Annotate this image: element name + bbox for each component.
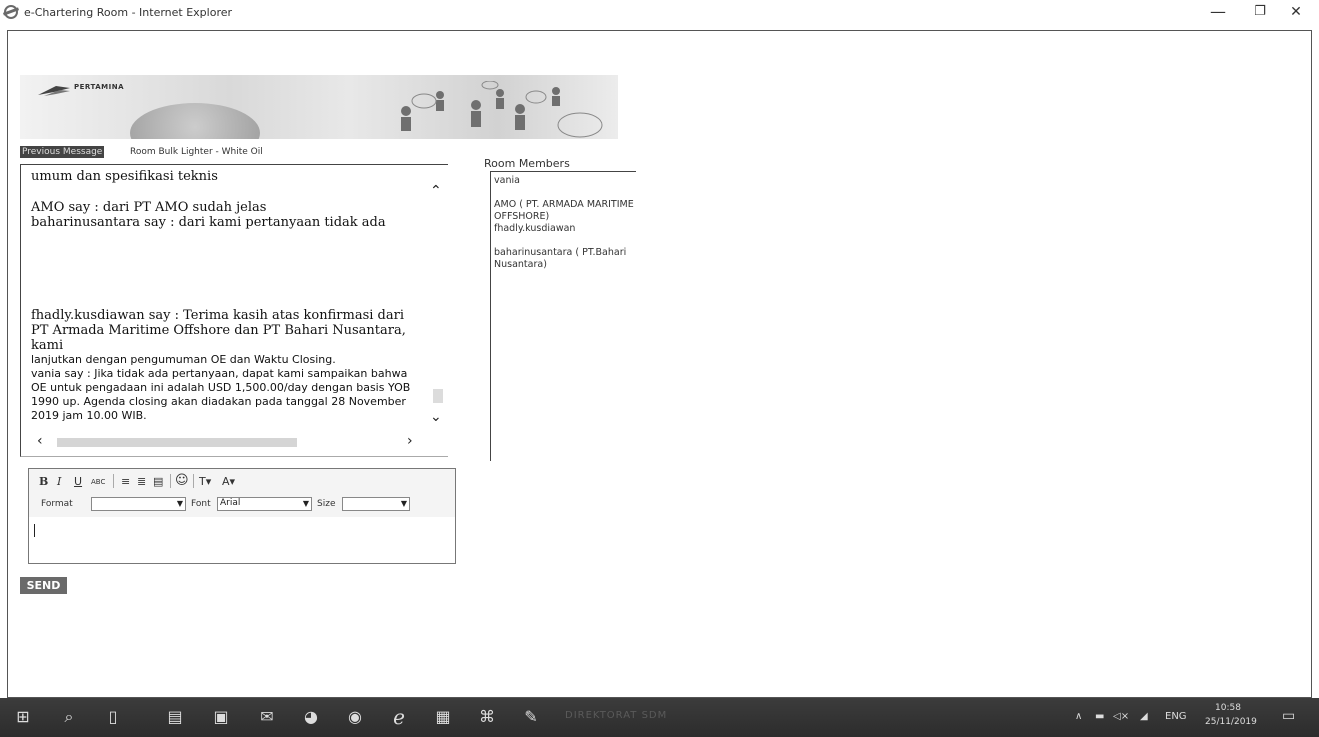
size-select[interactable]: ▼	[342, 497, 410, 511]
search-icon[interactable]: ⌕	[60, 708, 78, 726]
windows-taskbar: ⊞ ⌕ ▯ ▤ ▣ ✉ ◕ ◉ ℯ ▦ ⌘ ✎ DIREKTORAT SDM ∧…	[0, 698, 1319, 737]
previous-message-link[interactable]: Previous Message	[20, 146, 105, 158]
room-name: Room Bulk Lighter - White Oil	[130, 147, 263, 157]
scroll-down-icon[interactable]: ⌄	[430, 409, 442, 425]
pertamina-logo-icon	[38, 86, 70, 96]
send-button[interactable]: SEND	[20, 577, 67, 594]
background-color-icon: A	[222, 475, 230, 488]
message-line: fhadly.kusdiawan say : Terima kasih atas…	[31, 308, 406, 353]
message-list: umum dan spesifikasi teknis AMO say : da…	[31, 169, 421, 423]
message-line: vania say : Jika tidak ada pertanyaan, d…	[31, 367, 411, 422]
room-members-label: Room Members	[484, 157, 570, 170]
window-title: e-Chartering Room - Internet Explorer	[24, 6, 233, 19]
scroll-up-icon[interactable]: ⌃	[430, 183, 442, 199]
horizontal-scroll-thumb[interactable]	[57, 438, 297, 447]
battery-icon[interactable]: ▬	[1095, 711, 1104, 722]
toolbar-separator	[113, 474, 114, 488]
outlook-icon[interactable]: ✉	[258, 708, 276, 726]
underline-button[interactable]: U	[74, 475, 82, 488]
chrome-icon[interactable]: ◉	[346, 708, 364, 726]
maximize-button[interactable]: ❐	[1240, 2, 1280, 24]
firefox-icon[interactable]: ◕	[302, 708, 320, 726]
chevron-down-icon: ▼	[176, 499, 183, 508]
clock-date[interactable]: 25/11/2019	[1205, 717, 1257, 727]
window-titlebar: e-Chartering Room - Internet Explorer — …	[0, 0, 1319, 26]
message-editor: B I U ABC ≡ ≣ ▤ ☺ T▾ A▾ Format ▼ Font Ar…	[28, 468, 456, 564]
align-center-icon[interactable]: ≣	[137, 475, 146, 488]
emoticon-icon[interactable]: ☺	[175, 473, 189, 488]
volume-icon[interactable]: ◁×	[1113, 711, 1129, 722]
chevron-down-icon: ▼	[302, 499, 309, 508]
globe-graphic	[130, 103, 260, 139]
italic-button[interactable]: I	[57, 475, 61, 488]
format-select[interactable]: ▼	[91, 497, 186, 511]
bold-button[interactable]: B	[39, 475, 48, 488]
language-indicator[interactable]: ENG	[1165, 711, 1187, 722]
onenote-icon[interactable]: ▣	[212, 708, 230, 726]
room-members-list: vania AMO ( PT. ARMADA MARITIME OFFSHORE…	[490, 171, 636, 461]
close-button[interactable]: ✕	[1276, 2, 1316, 24]
align-justify-icon[interactable]: ▤	[153, 475, 163, 488]
font-select[interactable]: Arial ▼	[217, 497, 312, 511]
task-view-icon[interactable]: ▯	[104, 708, 122, 726]
font-label: Font	[191, 499, 211, 509]
text-color-button[interactable]: T▾	[199, 475, 211, 488]
message-line: lanjutkan dengan pengumuman OE dan Waktu…	[31, 353, 336, 366]
member-item: fhadly.kusdiawan	[494, 223, 576, 234]
message-line: umum dan spesifikasi teknis	[31, 169, 218, 184]
internet-explorer-icon[interactable]: ℯ	[390, 707, 408, 727]
wifi-icon[interactable]: ◢	[1140, 711, 1148, 722]
editor-toolbar: B I U ABC ≡ ≣ ▤ ☺ T▾ A▾ Format ▼ Font Ar…	[29, 469, 455, 518]
brand-name: PERTAMINA	[74, 83, 124, 91]
message-line: AMO say : dari PT AMO sudah jelas	[31, 200, 267, 215]
taskbar-faded-text: DIREKTORAT SDM	[565, 710, 668, 721]
clock-time[interactable]: 10:58	[1215, 703, 1241, 713]
chevron-down-icon: ▼	[400, 499, 407, 508]
member-item: AMO ( PT. ARMADA MARITIME OFFSHORE)	[494, 199, 634, 222]
text-color-icon: T	[199, 475, 206, 488]
message-line: baharinusantara say : dari kami pertanya…	[31, 215, 386, 230]
background-color-button[interactable]: A▾	[222, 475, 235, 488]
format-label: Format	[41, 499, 73, 509]
size-label: Size	[317, 499, 336, 509]
acrobat-icon[interactable]: ⌘	[478, 708, 496, 726]
notification-icon[interactable]: ▭	[1282, 708, 1295, 724]
scroll-right-icon[interactable]: ›	[407, 433, 413, 449]
message-history-panel[interactable]: umum dan spesifikasi teknis AMO say : da…	[20, 164, 448, 457]
text-caret	[34, 524, 35, 537]
toolbar-separator	[193, 474, 194, 488]
member-item: baharinusantara ( PT.Bahari Nusantara)	[494, 247, 627, 270]
word-icon[interactable]: ▦	[434, 708, 452, 726]
strikethrough-button[interactable]: ABC	[91, 478, 105, 486]
align-left-icon[interactable]: ≡	[121, 475, 130, 488]
horizontal-scrollbar[interactable]: ‹ ›	[23, 433, 423, 451]
minimize-button[interactable]: —	[1198, 2, 1238, 24]
internet-explorer-icon	[4, 5, 18, 19]
people-network-graphic	[401, 81, 603, 138]
notes-icon[interactable]: ✎	[522, 708, 540, 726]
scroll-left-icon[interactable]: ‹	[37, 433, 43, 449]
windows-start-icon[interactable]: ⊞	[14, 708, 32, 726]
message-input[interactable]	[29, 517, 455, 563]
toolbar-separator	[170, 474, 171, 488]
header-banner: PERTAMINA	[20, 75, 618, 139]
file-explorer-icon[interactable]: ▤	[166, 708, 184, 726]
show-hidden-icons-icon[interactable]: ∧	[1075, 711, 1082, 722]
member-item: vania	[494, 175, 520, 186]
vertical-scroll-thumb[interactable]	[433, 389, 443, 403]
